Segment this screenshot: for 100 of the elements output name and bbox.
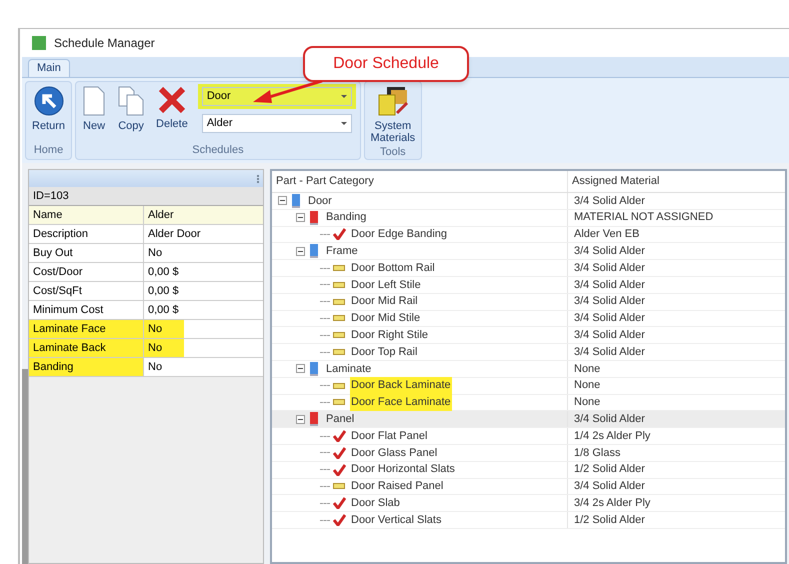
tree-row[interactable]: Banding MATERIAL NOT ASSIGNED [272,210,785,227]
materials-icon [376,86,409,116]
property-row[interactable]: Laminate Face No [29,320,263,339]
expander-icon[interactable] [278,196,287,206]
checkmark-icon [332,497,346,510]
expander-icon[interactable] [296,246,305,256]
expander-icon[interactable] [296,213,305,222]
property-row[interactable]: Cost/SqFt 0,00 $ [29,282,263,301]
tree-label: Door Slab [350,496,401,511]
expander-icon[interactable] [296,414,305,424]
material-cell-text: None [573,362,602,377]
property-row[interactable]: Buy Out No [29,244,263,263]
property-row[interactable]: Laminate Back No [29,339,263,358]
window-title: Schedule Manager [54,35,155,52]
property-name: Name [29,206,144,224]
tree-row[interactable]: Door Back Laminate None [272,378,785,395]
property-row[interactable]: Description Alder Door [29,225,263,244]
property-name: Laminate Back [29,339,144,357]
callout-bubble: Door Schedule [303,46,469,82]
property-name: Cost/SqFt [29,282,144,300]
tree-label: Door Vertical Slats [350,512,442,528]
property-row[interactable]: Cost/Door 0,00 $ [29,263,263,282]
tree-label: Door Back Laminate [350,377,452,394]
material-cell-text: None [573,378,602,394]
delete-x-icon [158,86,186,114]
material-cell-text: 3/4 Solid Alder [573,294,646,310]
material-cell-text: 3/4 Solid Alder [573,344,646,360]
tree-row[interactable]: Door Glass Panel 1/8 Glass [272,444,785,462]
schedule-dropdown[interactable]: Door [202,87,352,106]
tree-label: Laminate [325,362,372,377]
property-value: No [147,360,164,375]
tree-label: Door [307,194,333,209]
material-cell-text: 3/4 Solid Alder [573,260,646,276]
tree-label: Frame [325,244,359,260]
checkmark-icon [332,430,346,442]
material-cell-text: None [573,395,602,410]
tree-row[interactable]: Door Top Rail 3/4 Solid Alder [272,344,785,361]
tree-label: Door Face Laminate [350,394,452,411]
tree-label: Door Bottom Rail [350,260,436,276]
tree-label: Door Flat Panel [350,428,428,444]
property-value: Alder [147,208,175,223]
property-value: 0,00 $ [147,302,180,318]
tree-row[interactable]: Door Edge Banding Alder Ven EB [272,226,785,244]
tree-row[interactable]: Door Mid Rail 3/4 Solid Alder [272,294,785,311]
column-header: Assigned Material [571,174,660,190]
material-cell-text: 3/4 2s Alder Ply [573,496,652,511]
group-label: Tools [378,145,407,160]
tree-row[interactable]: Door Bottom Rail 3/4 Solid Alder [272,260,785,277]
material-cell-text: 3/4 Solid Alder [573,479,646,494]
copy-pages-icon [118,86,144,116]
material-cell-text: 3/4 Solid Alder [573,244,646,260]
tree-row[interactable]: Door Horizontal Slats 1/2 Solid Alder [272,462,785,479]
material-cell-text: 1/2 Solid Alder [573,462,646,478]
grid-header: ID=103 [29,187,263,206]
ribbon-button[interactable]: Copy [112,82,150,132]
tree-label: Door Glass Panel [350,446,438,461]
property-row[interactable]: Name Alder [29,206,263,225]
material-cell-text: 1/8 Glass [573,446,622,461]
property-name: Minimum Cost [29,301,144,319]
callout-arrow [252,80,324,106]
tree-row[interactable]: Door Raised Panel 3/4 Solid Alder [272,478,785,496]
tree-row[interactable]: Door Slab 3/4 2s Alder Ply [272,495,785,512]
material-cell-text: 3/4 Solid Alder [573,311,646,326]
material-cell-text: 1/2 Solid Alder [573,512,646,528]
material-cell-text: 3/4 Solid Alder [573,278,646,293]
ribbon-button[interactable]: System Materials [364,82,421,144]
property-row[interactable]: Minimum Cost 0,00 $ [29,301,263,320]
property-value: No [147,246,164,261]
tree-row[interactable]: Door Left Stile 3/4 Solid Alder [272,276,785,294]
checkmark-icon [332,446,346,459]
app-logo-icon [32,36,46,50]
part-bar-icon [333,483,345,490]
dropdown-caret-icon [340,122,347,125]
material-cell-text: 1/4 2s Alder Ply [573,428,652,444]
material-cell-text: 3/4 Solid Alder [573,194,646,209]
tree-row[interactable]: Frame 3/4 Solid Alder [272,243,785,260]
tree-row[interactable]: Door 3/4 Solid Alder [272,193,785,210]
part-bar-icon [333,282,345,288]
ribbon-button[interactable]: Return [26,82,72,132]
checkmark-icon [332,228,346,240]
tree-label: Door Mid Rail [350,294,419,310]
property-value: 0,00 $ [147,284,180,299]
ribbon-button[interactable]: Delete [150,82,194,130]
material-cell-text: MATERIAL NOT ASSIGNED [573,210,714,226]
tree-label: Door Top Rail [350,344,418,360]
tree-row[interactable]: Door Flat Panel 1/4 2s Alder Ply [272,428,785,445]
material-cell-text: 3/4 Solid Alder [573,412,646,428]
tree-row[interactable]: Panel 3/4 Solid Alder [272,411,785,428]
schedule-dropdown[interactable]: Alder [202,114,352,133]
tree-row[interactable]: Door Mid Stile 3/4 Solid Alder [272,310,785,328]
property-row[interactable]: Banding No [29,358,263,377]
tree-label: Door Right Stile [350,328,430,344]
part-bar-icon [333,332,345,338]
tree-row[interactable]: Door Vertical Slats 1/2 Solid Alder [272,512,785,529]
ribbon-tab[interactable]: Main [28,59,70,77]
tree-row[interactable]: Door Right Stile 3/4 Solid Alder [272,327,785,344]
ribbon-button[interactable]: New [76,82,112,132]
property-name: Banding [29,358,144,376]
expander-icon[interactable] [296,364,305,374]
dropdown-caret-icon [340,95,347,98]
